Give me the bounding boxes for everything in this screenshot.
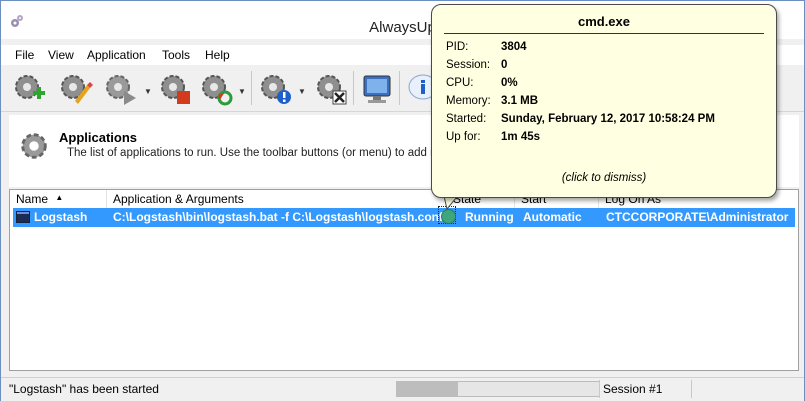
toolbar-separator [251,71,252,105]
info-dropdown-arrow[interactable]: ▼ [298,87,306,96]
applications-title: Applications [59,130,138,145]
status-message: "Logstash" has been started [9,382,159,396]
row-state: Running [465,210,514,224]
menu-help[interactable]: Help [205,48,230,62]
tooltip-title: cmd.exe [577,14,631,29]
tooltip-pid-label: PID: [446,41,469,53]
sort-ascending-icon: ▲ [55,193,64,202]
toolbar-separator [399,71,400,105]
tooltip-cpu-value: 0% [501,77,518,89]
session-indicator: Session #1 [603,382,663,396]
applications-description: The list of applications to run. Use the… [67,147,452,159]
column-name-label: Name [16,192,49,206]
status-bar: "Logstash" has been started Session #1 [1,377,804,401]
tooltip-memory-value: 3.1 MB [501,95,539,107]
tooltip-pid-value: 3804 [501,41,527,53]
computer-icon[interactable] [359,71,395,107]
tooltip-session-value: 0 [501,59,508,71]
tooltip-divider [444,33,764,34]
toolbar-separator [353,71,354,105]
column-application[interactable]: Application & Arguments [107,190,447,208]
menu-view[interactable]: View [48,48,74,62]
tooltip-started-value: Sunday, February 12, 2017 10:58:24 PM [501,113,715,125]
start-application-icon[interactable] [102,71,138,107]
table-row[interactable]: Logstash C:\Logstash\bin\logstash.bat -f… [13,208,795,227]
tooltip-session-label: Session: [446,59,491,71]
tooltip-memory-label: Memory: [446,95,491,107]
process-info-tooltip[interactable]: cmd.exe PID: 3804 Session: 0 CPU: 0% Mem… [431,4,777,198]
row-name: Logstash [34,210,88,224]
status-separator [691,380,692,398]
tooltip-upfor-label: Up for: [446,131,481,143]
restart-application-icon[interactable] [198,71,234,107]
applications-gear-icon [21,133,47,159]
status-separator [599,380,600,398]
row-application: C:\Logstash\bin\logstash.bat -f C:\Logst… [113,210,444,224]
menu-application[interactable]: Application [87,48,146,62]
row-logon: CTCCORPORATE\Administrator [606,210,789,224]
running-status-icon[interactable] [441,209,456,224]
tooltip-cpu-label: CPU: [446,77,474,89]
add-application-icon[interactable] [11,71,47,107]
application-info-icon[interactable] [257,71,293,107]
start-dropdown-arrow[interactable]: ▼ [144,87,152,96]
progress-bar [396,381,600,397]
stop-application-icon[interactable] [157,71,193,107]
tooltip-started-label: Started: [446,113,487,125]
restart-dropdown-arrow[interactable]: ▼ [238,87,246,96]
row-start: Automatic [523,210,582,224]
tooltip-dismiss-hint[interactable]: (click to dismiss) [432,172,776,184]
progress-fill [397,382,458,396]
menu-file[interactable]: File [15,48,34,62]
edit-application-icon[interactable] [57,71,93,107]
applications-list[interactable]: Name ▲ Application & Arguments State Sta… [9,189,799,371]
tooltip-upfor-value: 1m 45s [501,131,541,143]
console-app-icon [16,211,30,223]
delete-application-icon[interactable] [313,71,349,107]
column-name[interactable]: Name ▲ [10,190,107,208]
menu-tools[interactable]: Tools [162,48,190,62]
